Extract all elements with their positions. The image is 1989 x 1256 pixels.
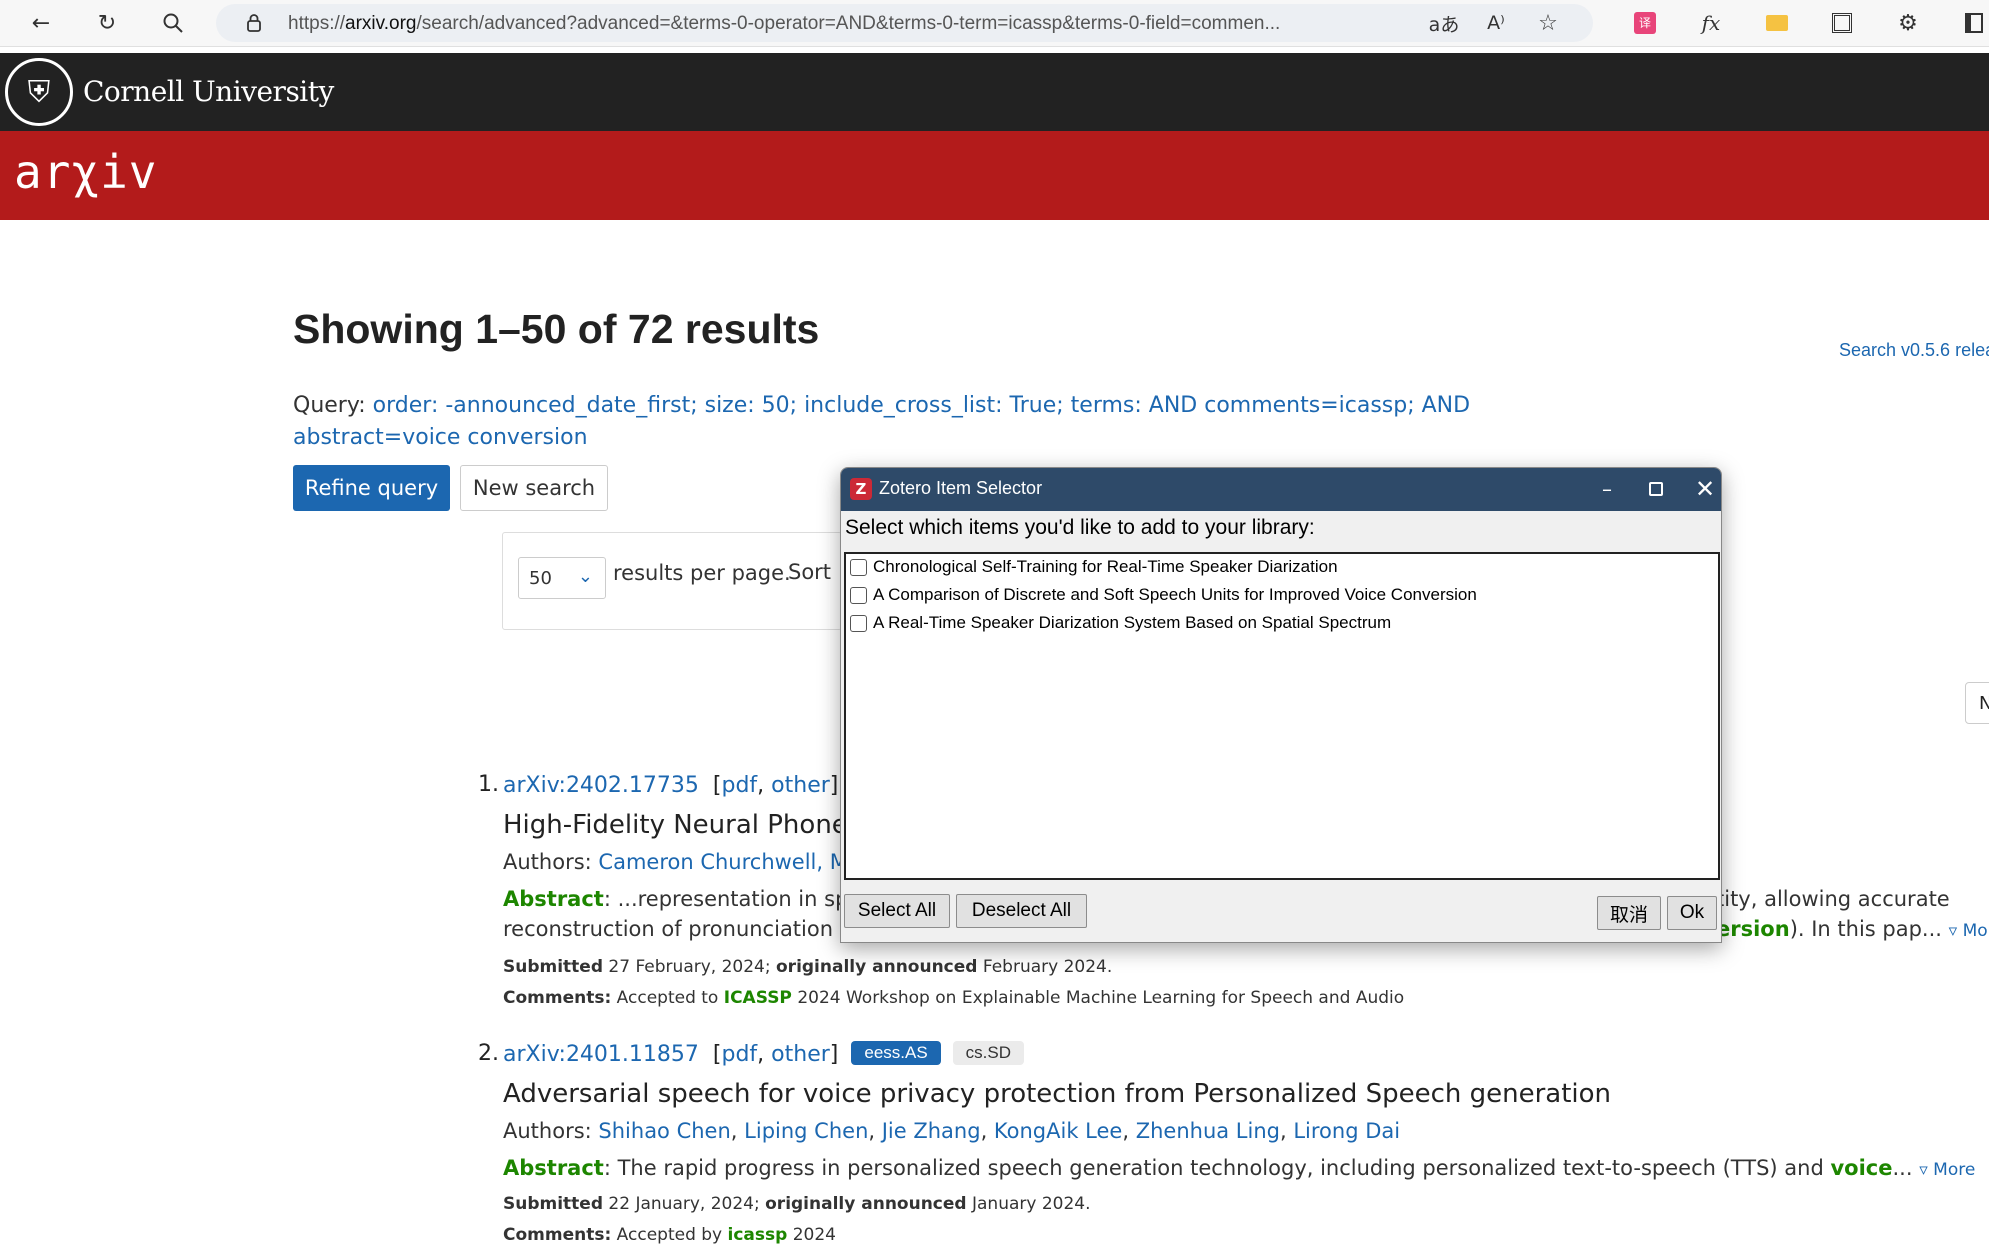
comments-line: Comments: Accepted by icassp 2024 — [503, 1225, 836, 1245]
translate-icon[interactable]: aあ — [1428, 7, 1460, 39]
other-link[interactable]: other — [771, 1042, 830, 1067]
pdf-link[interactable]: pdf — [721, 773, 757, 798]
arxiv-id-link[interactable]: arXiv:2401.11857 — [503, 1042, 699, 1067]
submitted-line: Submitted 22 January, 2024; originally a… — [503, 1194, 1091, 1214]
search-icon[interactable] — [157, 7, 189, 39]
query-link[interactable]: order: -announced_date_first; size: 50; … — [293, 393, 1470, 450]
author-link[interactable]: Jie Zhang — [882, 1119, 981, 1143]
minimize-icon[interactable]: – — [1587, 472, 1627, 506]
result-id-line: arXiv:2401.11857 [pdf, other] eess.AS cs.… — [503, 1041, 1025, 1067]
university-name[interactable]: Cornell University — [83, 75, 334, 108]
dialog-titlebar[interactable]: Z Zotero Item Selector – ✕ — [841, 468, 1721, 511]
zotero-item-selector-dialog: Z Zotero Item Selector – ✕ Select which … — [840, 467, 1722, 943]
item-checkbox[interactable] — [850, 614, 867, 632]
arxiv-id-link[interactable]: arXiv:2402.17735 — [503, 773, 699, 798]
folder-extension-icon[interactable] — [1761, 7, 1793, 39]
back-arrow-icon[interactable]: ← — [25, 7, 57, 39]
list-item[interactable]: A Comparison of Discrete and Soft Speech… — [850, 582, 1477, 608]
favorite-star-icon[interactable]: ☆ — [1532, 7, 1564, 39]
maximize-icon[interactable] — [1636, 472, 1676, 506]
abstract-line-2-tail: ersion). In this pap... ▿ More — [1716, 917, 1989, 941]
chevron-down-icon: ⌄ — [577, 566, 593, 587]
abstract-line-2: reconstruction of pronunciation (e — [503, 917, 861, 941]
extension-translate-icon[interactable]: 译 — [1629, 7, 1661, 39]
abstract-line: Abstract: The rapid progress in personal… — [503, 1156, 1976, 1180]
author-link[interactable]: Liping Chen — [744, 1119, 868, 1143]
formula-extension-icon[interactable]: fx — [1695, 7, 1727, 39]
cornell-seal-icon[interactable]: ⛨ — [5, 58, 73, 126]
sort-label: Sort — [788, 560, 832, 584]
extensions-puzzle-icon[interactable]: ⚙ — [1892, 7, 1924, 39]
cancel-button[interactable]: 取消 — [1597, 896, 1661, 930]
list-item[interactable]: A Real-Time Speaker Diarization System B… — [850, 610, 1391, 636]
arxiv-header: arχiv — [0, 131, 1989, 220]
author-link[interactable]: KongAik Lee — [994, 1119, 1122, 1143]
per-page-label: results per page. — [613, 561, 791, 585]
result-id-line: arXiv:2402.17735 [pdf, other] — [503, 772, 868, 798]
close-icon[interactable]: ✕ — [1685, 472, 1725, 506]
arxiv-logo[interactable]: arχiv — [14, 145, 157, 199]
refine-query-button[interactable]: Refine query — [293, 465, 450, 511]
more-link[interactable]: ▿ More — [1949, 921, 1989, 941]
author-link[interactable]: Zhenhua Ling — [1136, 1119, 1280, 1143]
url-text[interactable]: https://arxiv.org/search/advanced?advanc… — [288, 13, 1423, 35]
result-title: High-Fidelity Neural Phone — [503, 810, 848, 840]
author-links[interactable]: Cameron Churchwell, Ma — [598, 850, 860, 874]
authors-line: Authors: Shihao Chen, Liping Chen, Jie Z… — [503, 1119, 1401, 1143]
select-all-button[interactable]: Select All — [844, 894, 950, 928]
item-checkbox[interactable] — [850, 586, 867, 604]
reload-icon[interactable]: ↻ — [91, 7, 123, 39]
browser-toolbar: ← ↻ https://arxiv.org/search/advanced?ad… — [0, 0, 1989, 47]
zotero-icon: Z — [850, 478, 872, 500]
item-checkbox[interactable] — [850, 558, 867, 576]
list-item[interactable]: Chronological Self-Training for Real-Tim… — [850, 554, 1338, 580]
items-list[interactable]: Chronological Self-Training for Real-Tim… — [844, 552, 1720, 880]
query-label: Query: — [293, 393, 366, 418]
result-title: Adversarial speech for voice privacy pro… — [503, 1079, 1612, 1109]
other-link[interactable]: other — [771, 773, 830, 798]
result-number: 2. — [478, 1041, 499, 1066]
search-version-link[interactable]: Search v0.5.6 relea — [1839, 340, 1989, 361]
new-search-button[interactable]: New search — [460, 465, 608, 511]
lock-icon[interactable] — [238, 7, 270, 39]
ok-button[interactable]: Ok — [1667, 896, 1717, 930]
abstract-line-1: Abstract: ...representation in spee — [503, 887, 875, 911]
cornell-header: ⛨ Cornell University — [0, 53, 1989, 131]
per-page-select[interactable]: 50 ⌄ — [518, 557, 606, 599]
dialog-prompt: Select which items you'd like to add to … — [845, 516, 1315, 539]
read-aloud-icon[interactable]: A⁾ — [1480, 7, 1512, 39]
split-screen-icon[interactable] — [1958, 7, 1989, 39]
comments-line: Comments: Accepted to ICASSP 2024 Worksh… — [503, 988, 1405, 1008]
page-title: Showing 1–50 of 72 results — [293, 306, 820, 352]
qr-code-icon[interactable] — [1826, 7, 1858, 39]
result-number: 1. — [478, 772, 499, 797]
address-bar[interactable]: https://arxiv.org/search/advanced?advanc… — [216, 4, 1593, 42]
category-tag-secondary[interactable]: cs.SD — [952, 1041, 1025, 1065]
more-link[interactable]: ▿ More — [1919, 1160, 1975, 1180]
submitted-line: Submitted 27 February, 2024; originally … — [503, 957, 1113, 977]
next-page-button[interactable]: N — [1965, 682, 1989, 724]
deselect-all-button[interactable]: Deselect All — [956, 894, 1087, 928]
dialog-title: Zotero Item Selector — [879, 478, 1043, 498]
author-link[interactable]: Shihao Chen — [598, 1119, 730, 1143]
abstract-line-1-tail: tity, allowing accurate — [1716, 887, 1950, 911]
author-link[interactable]: Lirong Dai — [1293, 1119, 1400, 1143]
query-summary: Query: order: -announced_date_first; siz… — [293, 390, 1533, 454]
pdf-link[interactable]: pdf — [721, 1042, 757, 1067]
category-tag-primary[interactable]: eess.AS — [851, 1041, 941, 1065]
authors-line: Authors: Cameron Churchwell, Ma — [503, 850, 861, 874]
